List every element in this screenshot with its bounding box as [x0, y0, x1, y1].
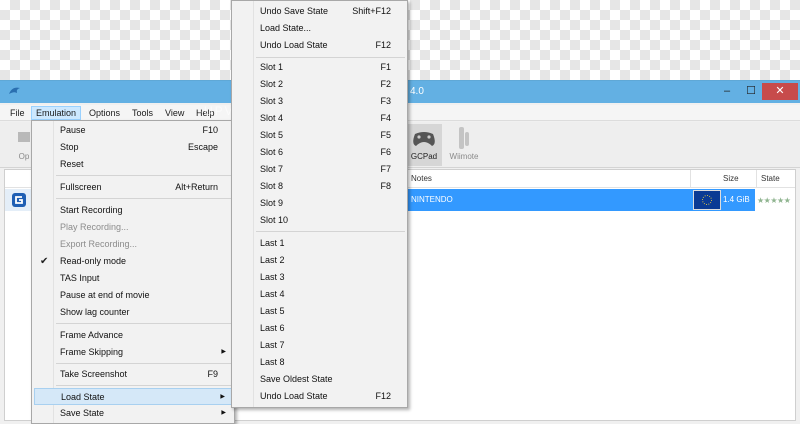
menu-item-slot-10[interactable]: Slot 10	[234, 212, 405, 229]
eu-flag-icon	[693, 190, 721, 210]
column-header-size[interactable]: Size	[719, 170, 757, 188]
menu-item-last-1[interactable]: Last 1	[234, 235, 405, 252]
menu-item-slot-8[interactable]: Slot 8 F8	[234, 178, 405, 195]
menu-item-frame-skipping[interactable]: Frame Skipping ▶	[34, 344, 232, 361]
menu-item-slot-2[interactable]: Slot 2 F2	[234, 76, 405, 93]
load-state-submenu: Undo Save State Shift+F12 Load State... U…	[231, 0, 408, 408]
wiimote-icon	[459, 127, 469, 149]
menu-item-slot-1[interactable]: Slot 1 F1	[234, 59, 405, 76]
menu-emulation[interactable]: Emulation	[31, 106, 82, 120]
menu-item-last-2[interactable]: Last 2	[234, 252, 405, 269]
menu-item-last-7[interactable]: Last 7	[234, 337, 405, 354]
submenu-arrow-icon: ▶	[220, 394, 225, 400]
open-label: Op	[18, 152, 30, 161]
menu-item-slot-9[interactable]: Slot 9	[234, 195, 405, 212]
menu-item-stop[interactable]: Stop Escape	[34, 139, 232, 156]
game-state-rating: ★★★★★	[757, 196, 791, 205]
menu-item-export-recording: Export Recording...	[60, 239, 138, 249]
menu-options[interactable]: Options	[85, 106, 124, 120]
menu-separator	[56, 385, 232, 386]
menu-item-slot-3[interactable]: Slot 3 F3	[234, 93, 405, 110]
column-header-state[interactable]: State	[757, 170, 795, 188]
game-maker: NINTENDO	[411, 195, 453, 204]
menu-item-read-only-mode[interactable]: ✔ Read-only mode	[34, 253, 232, 270]
menu-separator	[256, 231, 405, 232]
menu-item-pause-at-end[interactable]: Pause at end of movie	[34, 287, 232, 304]
menu-item-slot-4[interactable]: Slot 4 F4	[234, 110, 405, 127]
menu-tools[interactable]: Tools	[128, 106, 157, 120]
menu-item-undo-save-state[interactable]: Undo Save State Shift+F12	[234, 3, 405, 20]
wiimote-button[interactable]: Wiimote	[444, 124, 484, 166]
menu-item-play-recording: Play Recording...	[60, 222, 129, 232]
menu-item-save-oldest-state[interactable]: Save Oldest State	[234, 371, 405, 388]
close-button[interactable]: ✕	[762, 83, 798, 100]
menu-item-load-state[interactable]: Load State ▶	[34, 388, 232, 405]
gcpad-button[interactable]: GCPad	[406, 124, 442, 166]
wiimote-label: Wiimote	[449, 152, 479, 161]
submenu-arrow-icon: ▶	[221, 349, 226, 355]
menu-item-tas-input[interactable]: TAS Input	[34, 270, 232, 287]
menu-item-undo-load-state-bottom[interactable]: Undo Load State F12	[234, 388, 405, 405]
menu-separator	[56, 323, 232, 324]
gamepad-icon	[413, 132, 435, 146]
menu-separator	[256, 57, 405, 58]
gamecube-icon	[12, 193, 26, 207]
window-title: 4.0	[410, 86, 424, 97]
menu-view[interactable]: View	[161, 106, 188, 120]
menu-item-take-screenshot[interactable]: Take Screenshot F9	[34, 366, 232, 383]
minimize-button[interactable]: –	[716, 83, 738, 100]
menu-item-slot-5[interactable]: Slot 5 F5	[234, 127, 405, 144]
menu-item-last-5[interactable]: Last 5	[234, 303, 405, 320]
submenu-arrow-icon: ▶	[221, 410, 226, 416]
menu-separator	[56, 363, 232, 364]
menu-item-undo-load-state[interactable]: Undo Load State F12	[234, 37, 405, 54]
menu-item-load-state-file[interactable]: Load State...	[234, 20, 405, 37]
menu-item-last-8[interactable]: Last 8	[234, 354, 405, 371]
emulation-menu: Pause F10 Stop Escape Reset Fullscreen Alt+…	[31, 120, 235, 424]
menu-item-last-3[interactable]: Last 3	[234, 269, 405, 286]
column-header-notes[interactable]: Notes	[407, 170, 691, 188]
gcpad-label: GCPad	[410, 152, 438, 161]
menu-item-last-4[interactable]: Last 4	[234, 286, 405, 303]
game-size: 1.4 GiB	[723, 195, 750, 204]
menu-item-pause[interactable]: Pause F10	[34, 122, 232, 139]
menu-item-slot-6[interactable]: Slot 6 F6	[234, 144, 405, 161]
menu-item-save-state[interactable]: Save State ▶	[34, 405, 232, 422]
menu-item-frame-advance[interactable]: Frame Advance	[34, 327, 232, 344]
maximize-button[interactable]: ☐	[740, 83, 762, 100]
menu-item-slot-7[interactable]: Slot 7 F7	[234, 161, 405, 178]
menu-separator	[56, 198, 232, 199]
menu-item-last-6[interactable]: Last 6	[234, 320, 405, 337]
dolphin-icon	[9, 87, 20, 94]
menu-item-show-lag-counter[interactable]: Show lag counter	[34, 304, 232, 321]
menu-item-fullscreen[interactable]: Fullscreen Alt+Return	[34, 179, 232, 196]
menu-item-reset[interactable]: Reset	[34, 156, 232, 173]
menu-file[interactable]: File	[6, 106, 29, 120]
check-icon: ✔	[40, 256, 49, 267]
menu-item-start-recording[interactable]: Start Recording	[34, 202, 232, 219]
menu-separator	[56, 175, 232, 176]
